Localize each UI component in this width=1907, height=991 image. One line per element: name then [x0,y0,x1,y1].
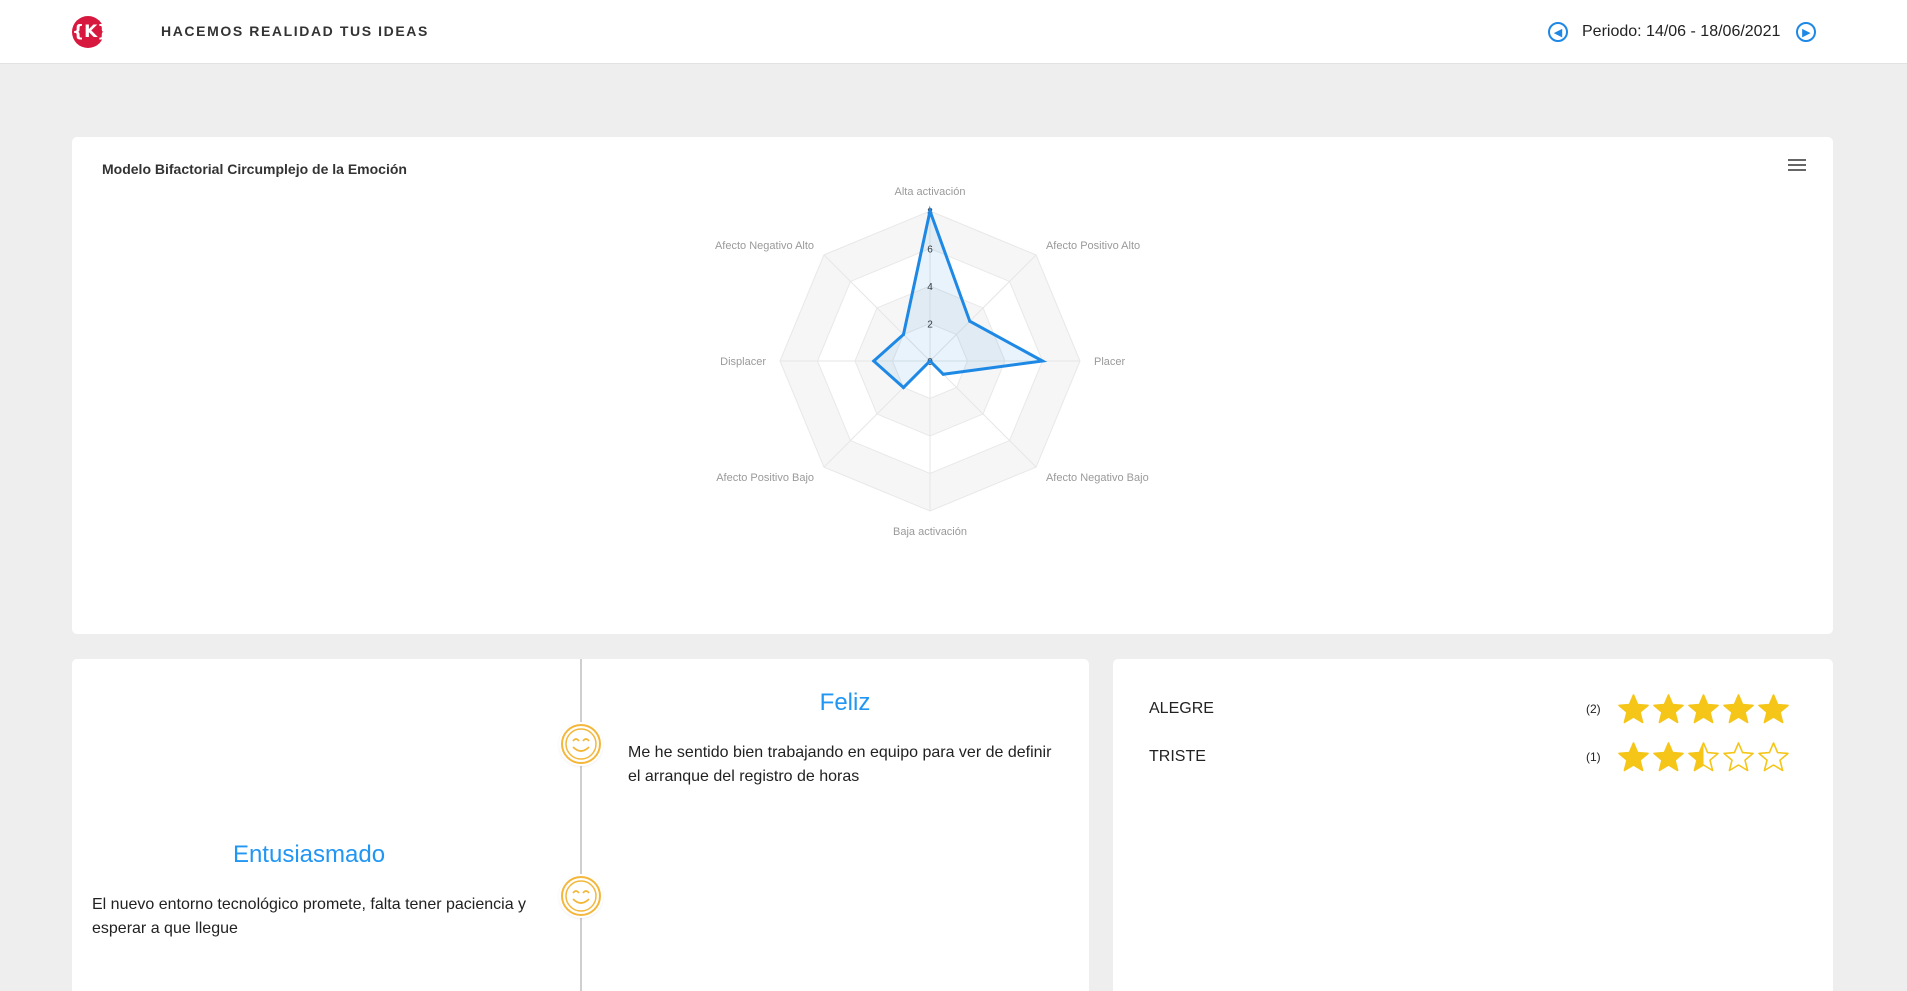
rating-row: TRISTE (1) [1149,741,1799,773]
star-full-icon [1758,694,1789,724]
radar-data-point [901,386,905,390]
star-full-icon [1618,742,1649,772]
smiley-face-icon [561,876,601,916]
logo-text: {K} [72,22,110,42]
timeline-line [580,659,582,991]
star-rating [1616,693,1791,725]
radar-axis-label: Afecto Negativo Alto [715,240,814,252]
radar-axis-label: Afecto Positivo Bajo [716,472,814,484]
rating-count: (1) [1586,750,1601,764]
rating-row: ALEGRE (2) [1149,693,1799,725]
timeline-card: Feliz Me he sentido bien trabajando en e… [72,659,1089,991]
radar-data-point [872,359,876,363]
star-full-icon [1653,742,1684,772]
star-full-icon [1723,694,1754,724]
tagline: HACEMOS REALIDAD TUS IDEAS [161,23,429,39]
top-bar: {K} HACEMOS REALIDAD TUS IDEAS ◀ Periodo… [0,0,1907,64]
timeline-entry-text: Me he sentido bien trabajando en equipo … [628,744,1052,785]
star-full-icon [1618,694,1649,724]
radar-axis-label: Afecto Negativo Bajo [1046,472,1149,484]
radar-data-point [1041,359,1044,363]
rating-label: TRISTE [1149,748,1206,765]
smiley-face-icon [561,724,601,764]
radar-data-point [928,209,932,213]
logo-icon[interactable]: {K} [72,16,110,48]
star-half-icon [1688,742,1719,772]
rating-label: ALEGRE [1149,700,1214,717]
timeline-entry-text: El nuevo entorno tecnológico promete, fa… [92,896,527,937]
star-rating [1616,741,1791,773]
radar-axis-label: Afecto Positivo Alto [1046,240,1140,252]
radar-axis-label: Displacer [720,356,766,368]
radar-data-point [968,319,972,323]
star-empty-icon [1758,742,1789,772]
radar-data-point [928,359,932,363]
radar-axis-label: Baja activación [893,526,967,538]
timeline-entry-title: Entusiasmado [232,841,386,868]
timeline-entry-title: Feliz [819,689,871,716]
star-full-icon [1688,694,1719,724]
radar-axis-label: Placer [1094,356,1126,368]
radar-axis-label: Alta activación [895,186,966,198]
star-full-icon [1653,694,1684,724]
radar-data-point [941,372,945,376]
arrow-left-circle-icon[interactable]: ◀ [1548,22,1568,42]
rating-count: (2) [1586,702,1601,716]
star-empty-icon [1723,742,1754,772]
ratings-card: ALEGRE (2) TRISTE (1) [1113,659,1833,991]
radar-data-point [901,332,905,336]
radar-chart: Alta activación Afecto Positivo Alto Place… [715,186,1149,538]
chart-card: Modelo Bifactorial Circumplejo de la Emo… [72,137,1833,634]
arrow-right-circle-icon[interactable]: ▶ [1796,22,1817,42]
period-label: Periodo: 14/06 - 18/06/2021 [1582,23,1781,40]
period-selector: ◀ Periodo: 14/06 - 18/06/2021 ▶ [1548,18,1817,46]
